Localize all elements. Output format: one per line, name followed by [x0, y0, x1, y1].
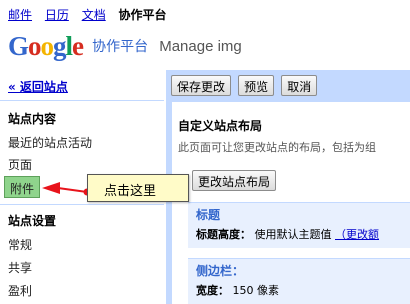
back-to-site-link[interactable]: « 返回站点: [8, 78, 68, 95]
main-panel: 保存更改 预览 取消 自定义站点布局 此页面可让您更改站点的布局，包括为组 更改…: [166, 70, 410, 304]
page-description: 此页面可让您更改站点的布局，包括为组: [178, 141, 376, 154]
callout-tooltip: 点击这里: [87, 174, 189, 202]
nav-link-docs[interactable]: 文档: [82, 8, 106, 22]
arrow-shaft: [57, 187, 88, 193]
site-settings-heading: 站点设置: [8, 214, 57, 228]
nav-link-calendar[interactable]: 日历: [45, 8, 69, 22]
change-layout-button[interactable]: 更改站点布局: [192, 170, 277, 191]
arrow-head: [42, 182, 60, 194]
sidebar-divider: [0, 100, 164, 101]
sidebar-width-value: 150 像素: [232, 284, 280, 297]
sidebar-settings-box[interactable]: 侧边栏： 宽度： 150 像素: [188, 258, 410, 304]
sidebar-item-attachments[interactable]: 附件: [4, 176, 40, 198]
sidebar-item-pages[interactable]: 页面: [8, 156, 32, 173]
header-height-value: 使用默认主题值: [254, 228, 332, 241]
nav-link-mail[interactable]: 邮件: [8, 8, 32, 22]
product-name: 协作平台: [92, 39, 149, 55]
toolbar: 保存更改 预览 取消: [171, 75, 319, 96]
callout-text: 点击这里: [104, 184, 157, 199]
google-logo[interactable]: Google: [8, 31, 84, 61]
header-height-label: 标题高度：: [196, 228, 251, 241]
sidebar-item-general[interactable]: 常规: [8, 236, 32, 253]
cancel-button[interactable]: 取消: [281, 75, 318, 96]
callout-arrow: [42, 182, 91, 196]
layout-content: 自定义站点布局 此页面可让您更改站点的布局，包括为组 更改站点布局 标题 标题高…: [172, 102, 410, 304]
nav-current-sites: 协作平台: [118, 8, 167, 22]
preview-button[interactable]: 预览: [238, 75, 275, 96]
top-navigation: 邮件 日历 文档 协作平台: [8, 6, 167, 22]
site-content-heading: 站点内容: [8, 112, 57, 126]
header-height-row: 标题高度： 使用默认主题值 （更改额: [196, 226, 379, 242]
sidebar-item-sharing[interactable]: 共享: [8, 259, 32, 276]
page-header: Google 协作平台 Manage img: [8, 30, 242, 64]
page-title: 自定义站点布局: [178, 119, 263, 133]
sidebar-divider: [0, 204, 164, 205]
sidebar-width-row: 宽度： 150 像素: [196, 282, 279, 298]
header-settings-box[interactable]: 标题 标题高度： 使用默认主题值 （更改额: [188, 202, 410, 248]
sidebar-width-label: 宽度：: [196, 284, 229, 297]
header-box-label: 标题: [196, 208, 221, 222]
sidebar-item-monetize[interactable]: 盈利: [8, 282, 32, 299]
site-name: Manage img: [159, 37, 242, 55]
sidebar-box-label: 侧边栏：: [196, 264, 245, 278]
change-header-link[interactable]: （更改额: [335, 228, 379, 241]
save-changes-button[interactable]: 保存更改: [171, 75, 232, 96]
sidebar-item-recent-activity[interactable]: 最近的站点活动: [8, 134, 92, 151]
